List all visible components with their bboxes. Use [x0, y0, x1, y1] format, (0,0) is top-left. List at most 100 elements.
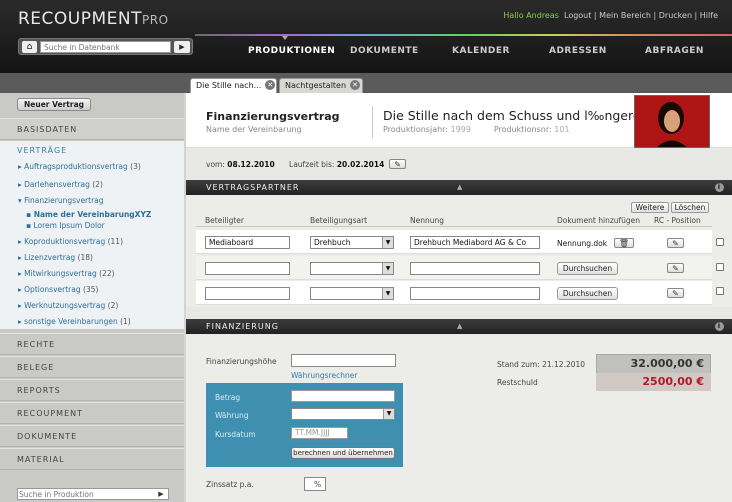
nav-abfragen[interactable]: ABFRAGEN	[645, 46, 704, 56]
production-search: ▶	[17, 488, 169, 500]
finanzierungshoehe-label: Finanzierungshöhe	[206, 357, 277, 366]
search-go-icon[interactable]: ▶	[174, 41, 190, 53]
dropdown-arrow-icon[interactable]: ▼	[382, 263, 393, 274]
item-count: (22)	[99, 269, 115, 278]
nennung-input[interactable]	[410, 262, 540, 275]
sidebar-item-finanzierungsvertrag[interactable]: ▾ Finanzierungsvertrag	[18, 196, 104, 205]
item-label: Mitwirkungsvertrag	[24, 269, 97, 278]
nav-produktionen[interactable]: PRODUKTIONEN	[248, 46, 335, 56]
user-greeting[interactable]: Hallo Andreas	[503, 11, 559, 20]
finanzierungshoehe-input[interactable]	[291, 354, 396, 367]
sidebar-recoupment[interactable]: RECOUPMENT	[0, 402, 184, 424]
waehrung-select[interactable]: ▼	[291, 408, 395, 420]
dropdown-arrow-icon[interactable]: ▼	[383, 409, 394, 419]
berechnen-button[interactable]: berechnen und übernehmen	[291, 447, 395, 459]
sidebar-item-auftragsproduktionsvertrag[interactable]: ▸ Auftragsproduktionsvertrag (3)	[18, 162, 141, 171]
edit-dates-icon[interactable]: ✎	[389, 159, 407, 169]
sidebar-subitem-active[interactable]: ▪ Name der VereinbarungXYZ	[26, 210, 151, 219]
loeschen-button[interactable]: Löschen	[671, 202, 709, 213]
sidebar-item-lizenzvertrag[interactable]: ▸ Lizenzvertrag (18)	[18, 253, 93, 262]
dropdown-arrow-icon[interactable]: ▼	[382, 237, 393, 248]
sidebar-material[interactable]: MATERIAL	[0, 448, 184, 470]
beteiligter-input[interactable]	[205, 287, 290, 300]
collapse-icon[interactable]: ▲	[457, 180, 463, 195]
col-rc-position: RC - Position	[654, 216, 701, 225]
header-divider	[372, 106, 373, 138]
row-checkbox[interactable]	[716, 238, 724, 246]
nennung-input[interactable]: Drehbuch Mediabord AG & Co	[410, 236, 540, 249]
collapse-icon[interactable]: ▲	[457, 319, 463, 334]
search-go-icon[interactable]: ▶	[155, 489, 167, 499]
beteiligungsart-select[interactable]: ▼	[310, 287, 394, 300]
sidebar-reports[interactable]: REPORTS	[0, 379, 184, 401]
contract-type: Finanzierungsvertrag	[206, 110, 340, 123]
nav-color-strip	[195, 34, 732, 36]
production-meta: Produktionsjahr: 1999 Produktionsnr: 101	[383, 125, 570, 134]
beteiligungsart-select[interactable]: ▼	[310, 262, 394, 275]
tab-nachtgestalten[interactable]: Nachtgestalten ✕	[279, 78, 363, 93]
item-label: Darlehensvertrag	[24, 180, 90, 189]
year-value: 1999	[450, 125, 471, 134]
tab-label: Nachtgestalten	[285, 81, 347, 90]
app-logo[interactable]: RECOUPMENTPRO	[18, 9, 169, 29]
durchsuchen-button[interactable]: Durchsuchen	[557, 262, 618, 275]
production-search-input[interactable]	[19, 489, 155, 499]
nav-kalender[interactable]: KALENDER	[452, 46, 510, 56]
sidebar-item-mitwirkungsvertrag[interactable]: ▸ Mitwirkungsvertrag (22)	[18, 269, 115, 278]
section-finanzierung[interactable]: FINANZIERUNG ▲ i	[186, 319, 732, 334]
sidebar-subitem[interactable]: ▪ Lorem Ipsum Dolor	[26, 221, 105, 230]
database-search-input[interactable]	[40, 41, 171, 53]
home-icon[interactable]: ⌂	[22, 41, 37, 53]
section-title: VERTRAGSPARTNER	[206, 183, 300, 192]
sidebar-item-sonstige[interactable]: ▸ sonstige Vereinbarungen (1)	[18, 317, 131, 326]
sidebar-item-optionsvertrag[interactable]: ▸ Optionsvertrag (35)	[18, 285, 98, 294]
edit-icon[interactable]: ✎	[667, 238, 684, 248]
col-dokument: Dokument hinzufügen	[557, 216, 641, 225]
edit-icon[interactable]: ✎	[667, 288, 684, 298]
weitere-button[interactable]: Weitere	[631, 202, 669, 213]
tab-die-stille[interactable]: Die Stille nach... ✕	[190, 78, 277, 93]
app-suffix: PRO	[142, 13, 169, 27]
beteiligter-input[interactable]	[205, 262, 290, 275]
betrag-input[interactable]	[291, 390, 395, 402]
waehrungsrechner-link[interactable]: Währungsrechner	[291, 371, 357, 380]
waehrung-label: Währung	[215, 411, 249, 420]
col-beteiligungsart: Beteiligungsart	[310, 216, 368, 225]
sidebar-basisdaten[interactable]: BASISDATEN	[0, 118, 184, 140]
edit-icon[interactable]: ✎	[667, 263, 684, 273]
sidebar-belege[interactable]: BELEGE	[0, 356, 184, 378]
contract-name: Name der Vereinbarung	[206, 125, 302, 134]
sidebar-dokumente[interactable]: DOKUMENTE	[0, 425, 184, 447]
vertraege-title[interactable]: VERTRÄGE	[17, 146, 67, 155]
sidebar-rechte[interactable]: RECHTE	[0, 333, 184, 355]
row-checkbox[interactable]	[716, 287, 724, 295]
user-links[interactable]: Hallo Andreas Logout | Mein Bereich | Dr…	[503, 11, 718, 20]
sidebar-item-darlehensvertrag[interactable]: ▸ Darlehensvertrag (2)	[18, 180, 103, 189]
beteiligter-input[interactable]: Mediaboard	[205, 236, 290, 249]
durchsuchen-button[interactable]: Durchsuchen	[557, 287, 618, 300]
nav-dokumente[interactable]: DOKUMENTE	[350, 46, 419, 56]
section-vertragspartner[interactable]: VERTRAGSPARTNER ▲ i	[186, 180, 732, 195]
zinssatz-label: Zinssatz p.a.	[206, 480, 254, 489]
until-date: 20.02.2014	[336, 160, 385, 169]
nav-adressen[interactable]: ADRESSEN	[549, 46, 607, 56]
beteiligungsart-select[interactable]: Drehbuch ▼	[310, 236, 394, 249]
kursdatum-input[interactable]: TT.MM.JJJJ	[291, 427, 348, 439]
trash-icon[interactable]: 🗑	[614, 238, 634, 248]
sidebar-item-koproduktionsvertrag[interactable]: ▸ Koproduktionsvertrag (11)	[18, 237, 123, 246]
row-checkbox[interactable]	[716, 263, 724, 271]
account-links[interactable]: Logout | Mein Bereich | Drucken | Hilfe	[564, 11, 718, 20]
production-poster-image	[634, 95, 710, 148]
close-icon[interactable]: ✕	[265, 80, 276, 90]
tab-strip	[0, 73, 732, 93]
nennung-input[interactable]	[410, 287, 540, 300]
item-label: Werknutzungsvertrag	[24, 301, 106, 310]
subitem-label: Lorem Ipsum Dolor	[33, 221, 105, 230]
dropdown-arrow-icon[interactable]: ▼	[382, 288, 393, 299]
info-icon[interactable]: i	[715, 322, 724, 331]
close-icon[interactable]: ✕	[350, 80, 361, 90]
sidebar-item-werknutzungsvertrag[interactable]: ▸ Werknutzungsvertrag (2)	[18, 301, 118, 310]
info-icon[interactable]: i	[715, 183, 724, 192]
select-value: Drehbuch	[314, 238, 351, 247]
new-contract-button[interactable]: Neuer Vertrag	[17, 98, 91, 111]
